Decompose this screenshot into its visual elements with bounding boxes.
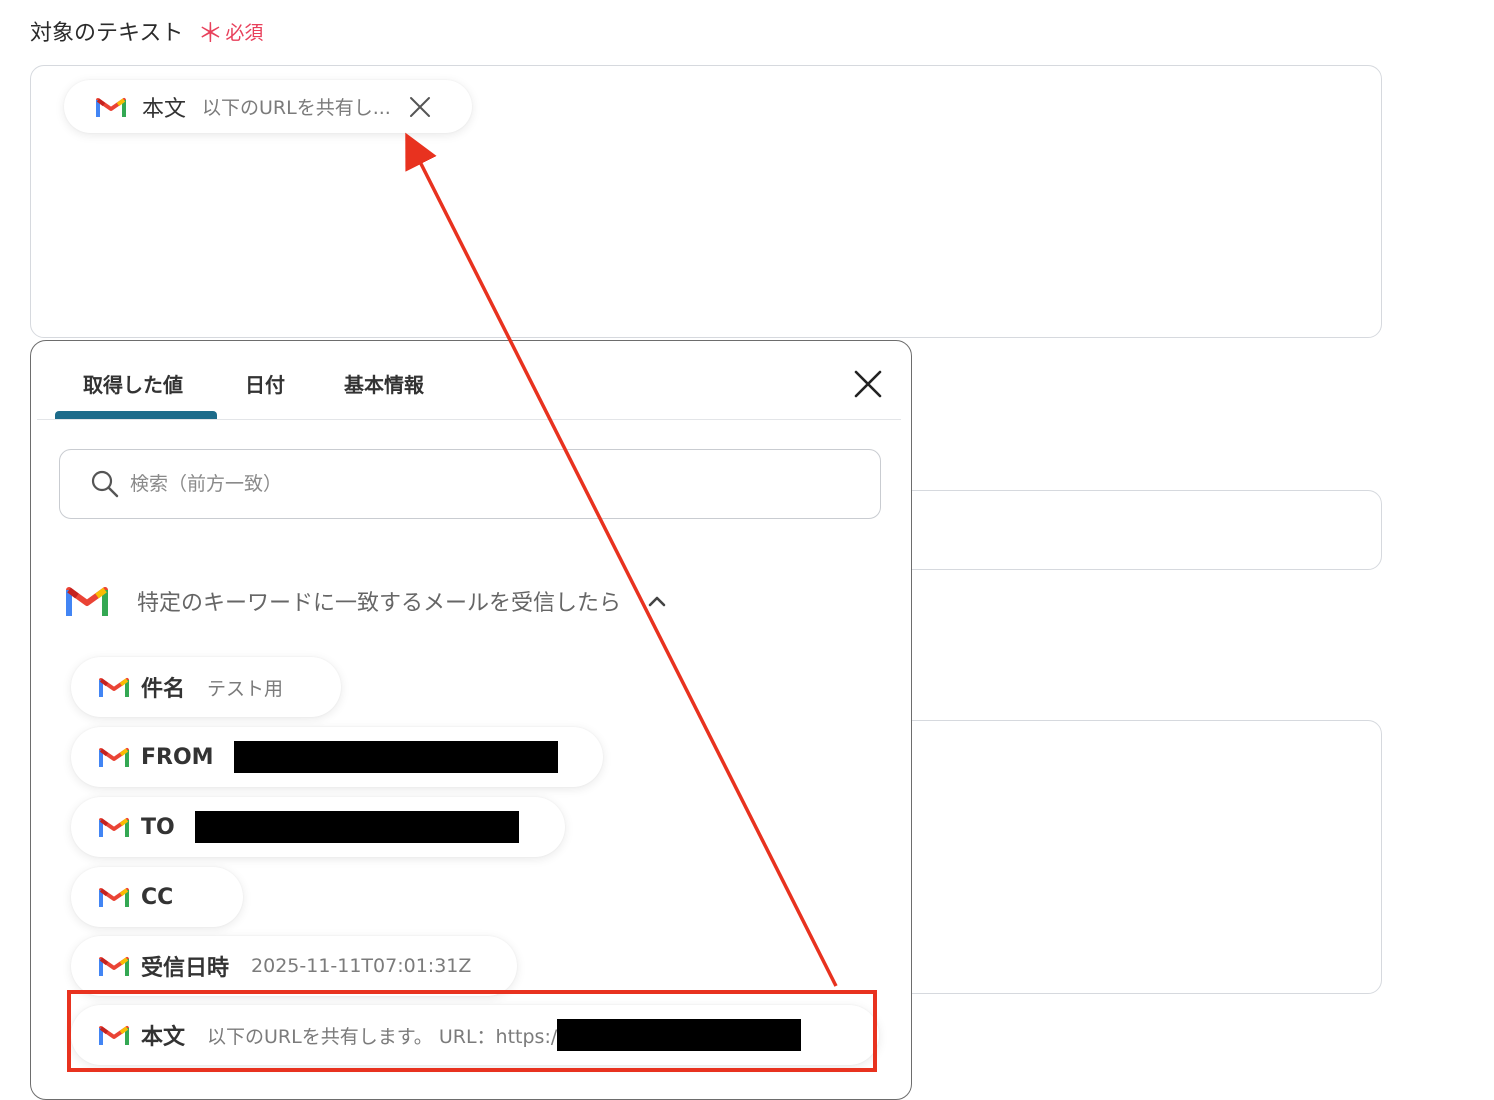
tab-basic-info[interactable]: 基本情報 [344,369,424,398]
active-tab-indicator [55,411,217,419]
close-icon [409,96,430,117]
search-input[interactable] [128,472,832,496]
gmail-icon [99,818,129,837]
list-item-received-date[interactable]: 受信日時 2025-11-11T07:01:31Z [71,936,517,996]
gmail-icon [99,678,129,697]
redacted-value [233,741,558,773]
gmail-icon [96,97,126,117]
list-item-to[interactable]: TO [71,797,565,857]
tab-date[interactable]: 日付 [245,369,285,398]
item-name: TO [141,814,175,840]
required-badge: ＊ 必須 [197,18,264,49]
item-value: テスト用 [207,677,284,700]
field-label: 対象のテキスト ＊ 必須 [30,14,263,48]
trigger-section-header[interactable]: 特定のキーワードに一致するメールを受信したら [65,581,667,621]
item-name: 受信日時 [141,956,230,981]
gmail-icon [99,957,129,976]
item-value: 2025-11-11T07:01:31Z [251,955,472,977]
tab-acquired-values[interactable]: 取得した値 [83,369,183,398]
gmail-icon [99,888,129,907]
chevron-up-icon[interactable] [647,594,667,608]
background-textarea-field[interactable] [860,720,1382,994]
item-name: 本文 [141,1025,186,1050]
section-title: 特定のキーワードに一致するメールを受信したら [137,591,622,616]
inserted-value-chip[interactable]: 本文 以下のURLを共有し... [64,80,472,133]
redacted-value [557,1019,802,1051]
item-name: 件名 [141,677,186,702]
popover-close-button[interactable] [851,367,885,401]
item-value: 以下のURLを共有します。 URL：https:/ [207,1025,558,1048]
background-input-field[interactable] [860,490,1382,570]
value-picker-popover: 取得した値 日付 基本情報 特定のキーワードに一致するメールを受信したら [30,340,912,1100]
gmail-icon [99,1026,129,1045]
search-box[interactable] [59,449,881,519]
popover-tabs: 取得した値 日付 基本情報 [37,341,901,420]
chip-name: 本文 [142,96,187,122]
redacted-value [194,811,519,843]
item-name: FROM [141,744,214,770]
gmail-icon [66,587,108,616]
list-item-body[interactable]: 本文 以下のURLを共有します。 URL：https:/ [71,1005,879,1065]
list-item-subject[interactable]: 件名 テスト用 [71,657,341,717]
item-name: CC [141,884,174,910]
required-label: 必須 [225,21,264,44]
close-icon [854,370,882,398]
search-icon [91,470,119,498]
field-label-text: 対象のテキスト [30,21,184,46]
gmail-icon [99,748,129,767]
list-item-cc[interactable]: CC [71,867,243,927]
list-item-from[interactable]: FROM [71,727,603,787]
chip-value: 以下のURLを共有し... [202,97,391,119]
required-asterisk-icon: ＊ [197,19,224,49]
chip-remove-button[interactable] [409,96,431,118]
